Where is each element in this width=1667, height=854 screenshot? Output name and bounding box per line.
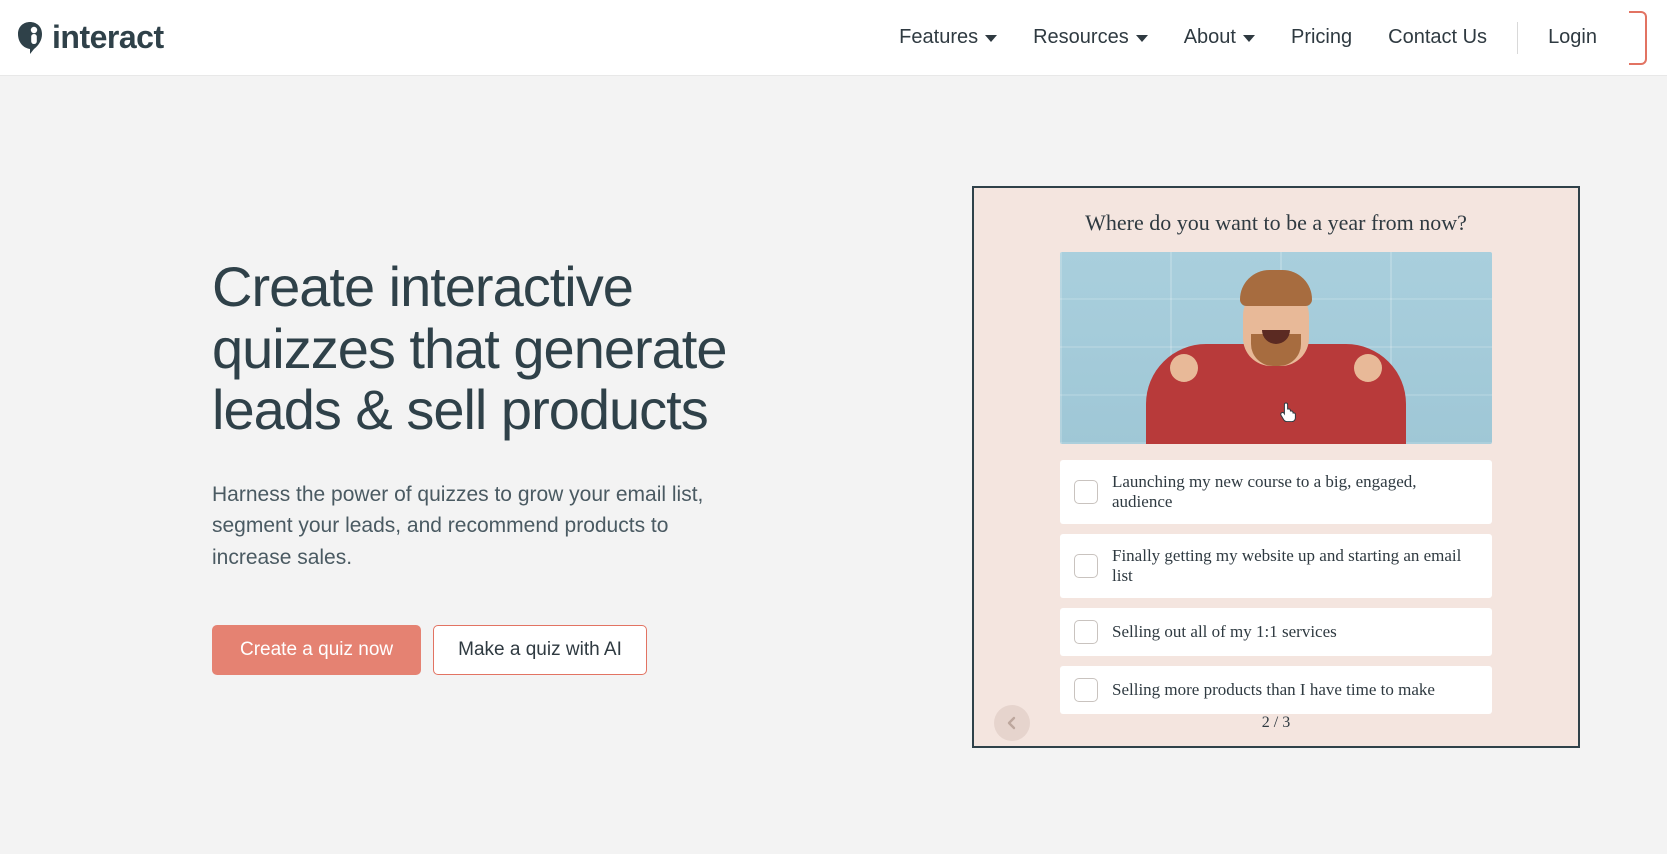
- cta-row: Create a quiz now Make a quiz with AI: [212, 625, 812, 675]
- nav-label: Resources: [1033, 26, 1129, 49]
- quiz-option-4[interactable]: Selling more products than I have time t…: [1060, 666, 1492, 714]
- quiz-hero-image: [1060, 252, 1492, 444]
- create-quiz-button[interactable]: Create a quiz now: [212, 625, 421, 675]
- quiz-option-3[interactable]: Selling out all of my 1:1 services: [1060, 608, 1492, 656]
- partial-button-edge[interactable]: [1629, 11, 1647, 65]
- quiz-back-button[interactable]: [994, 705, 1030, 741]
- nav-contact[interactable]: Contact Us: [1370, 18, 1505, 57]
- quiz-page-indicator: 2 / 3: [1262, 714, 1290, 732]
- quiz-options: Launching my new course to a big, engage…: [1060, 460, 1492, 714]
- quiz-option-label: Launching my new course to a big, engage…: [1112, 472, 1478, 512]
- quiz-preview-card: Where do you want to be a year from now?…: [972, 186, 1580, 748]
- hero-headline: Create interactive quizzes that generate…: [212, 256, 812, 441]
- quiz-option-label: Selling more products than I have time t…: [1112, 680, 1435, 700]
- brand-logo[interactable]: interact: [14, 19, 164, 56]
- nav-pricing[interactable]: Pricing: [1273, 18, 1370, 57]
- person-fist-right: [1354, 354, 1382, 382]
- checkbox-icon[interactable]: [1074, 480, 1098, 504]
- nav-login[interactable]: Login: [1530, 18, 1615, 57]
- chevron-down-icon: [1243, 35, 1255, 42]
- checkbox-icon[interactable]: [1074, 620, 1098, 644]
- checkbox-icon[interactable]: [1074, 678, 1098, 702]
- nav-features[interactable]: Features: [881, 18, 1015, 57]
- chevron-down-icon: [985, 35, 997, 42]
- hero-copy: Create interactive quizzes that generate…: [212, 186, 812, 748]
- site-header: interact Features Resources About Pricin…: [0, 0, 1667, 76]
- hero-subhead: Harness the power of quizzes to grow you…: [212, 479, 712, 574]
- quiz-option-label: Finally getting my website up and starti…: [1112, 546, 1478, 586]
- nav-label: Pricing: [1291, 26, 1352, 49]
- nav-resources[interactable]: Resources: [1015, 18, 1166, 57]
- hero-section: Create interactive quizzes that generate…: [0, 76, 1667, 748]
- chevron-left-icon: [1005, 716, 1019, 730]
- nav-label: About: [1184, 26, 1236, 49]
- quiz-option-label: Selling out all of my 1:1 services: [1112, 622, 1337, 642]
- nav-label: Contact Us: [1388, 26, 1487, 49]
- quiz-footer: 2 / 3: [974, 714, 1578, 732]
- nav-label: Features: [899, 26, 978, 49]
- quiz-question: Where do you want to be a year from now?: [1008, 210, 1544, 236]
- brand-logo-icon: [14, 20, 46, 56]
- quiz-option-2[interactable]: Finally getting my website up and starti…: [1060, 534, 1492, 598]
- main-nav: Features Resources About Pricing Contact…: [881, 11, 1647, 65]
- make-quiz-ai-button[interactable]: Make a quiz with AI: [433, 625, 647, 675]
- checkbox-icon[interactable]: [1074, 554, 1098, 578]
- quiz-option-1[interactable]: Launching my new course to a big, engage…: [1060, 460, 1492, 524]
- person-fist-left: [1170, 354, 1198, 382]
- brand-name: interact: [52, 19, 164, 56]
- chevron-down-icon: [1136, 35, 1148, 42]
- nav-about[interactable]: About: [1166, 18, 1273, 57]
- nav-divider: [1517, 22, 1518, 54]
- pointer-cursor-icon: [1280, 402, 1296, 422]
